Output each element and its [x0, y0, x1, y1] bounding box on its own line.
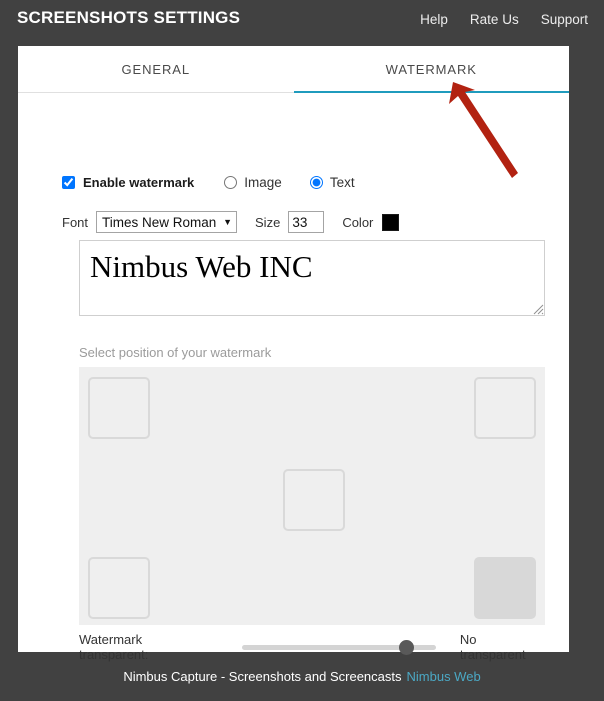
position-cell-top-left[interactable]	[88, 377, 150, 439]
enable-watermark-checkbox[interactable]	[62, 176, 75, 189]
chevron-down-icon: ▼	[223, 216, 233, 227]
size-label: Size	[255, 214, 281, 230]
footer-text: Nimbus Capture - Screenshots and Screenc…	[123, 669, 402, 684]
position-cell-bottom-left[interactable]	[88, 557, 150, 619]
footer-link-nimbus-web[interactable]: Nimbus Web	[407, 669, 481, 684]
header-link-support[interactable]: Support	[541, 12, 588, 27]
page-title: SCREENSHOTS SETTINGS	[17, 8, 241, 27]
header-nav: Help Rate Us Support	[420, 12, 588, 27]
position-cell-bottom-right[interactable]	[474, 557, 536, 619]
header-link-help[interactable]: Help	[420, 12, 448, 27]
tab-watermark[interactable]: WATERMARK	[293, 46, 569, 93]
font-label: Font	[62, 214, 89, 230]
watermark-mode-image-label[interactable]: Image	[244, 175, 282, 190]
position-caption: Select position of your watermark	[79, 345, 272, 360]
watermark-mode-text-label[interactable]: Text	[330, 175, 355, 190]
font-select[interactable]: Times New Roman ▼	[96, 211, 238, 233]
color-label: Color	[342, 214, 374, 230]
watermark-mode-image-radio[interactable]	[224, 176, 238, 189]
font-size-input[interactable]	[288, 211, 325, 233]
watermark-settings-body: Enable watermark Image Text Font Times N…	[18, 93, 569, 662]
color-swatch[interactable]	[382, 213, 400, 231]
watermark-mode-text[interactable]: Text	[309, 175, 355, 190]
settings-panel: GENERAL WATERMARK Enable watermark Image…	[18, 46, 569, 662]
tab-general-label: GENERAL	[121, 62, 190, 77]
header-link-rate-us[interactable]: Rate Us	[470, 12, 519, 27]
font-select-value: Times New Roman	[102, 214, 217, 230]
watermark-position-grid	[79, 367, 545, 625]
watermark-text-input[interactable]	[79, 240, 545, 316]
position-cell-top-right[interactable]	[474, 377, 536, 439]
tab-watermark-label: WATERMARK	[385, 62, 477, 77]
font-settings-row: Font Times New Roman ▼ Size Color	[62, 211, 400, 233]
watermark-mode-image[interactable]: Image	[224, 175, 282, 190]
position-cell-center[interactable]	[283, 469, 345, 531]
enable-watermark-label[interactable]: Enable watermark	[83, 175, 194, 190]
watermark-mode-text-radio[interactable]	[309, 176, 323, 189]
app-footer: Nimbus Capture - Screenshots and Screenc…	[0, 652, 604, 701]
app-header: SCREENSHOTS SETTINGS Help Rate Us Suppor…	[0, 0, 604, 46]
tab-general[interactable]: GENERAL	[18, 46, 294, 93]
tab-bar: GENERAL WATERMARK	[18, 46, 569, 93]
enable-watermark-row: Enable watermark Image Text	[62, 175, 355, 190]
